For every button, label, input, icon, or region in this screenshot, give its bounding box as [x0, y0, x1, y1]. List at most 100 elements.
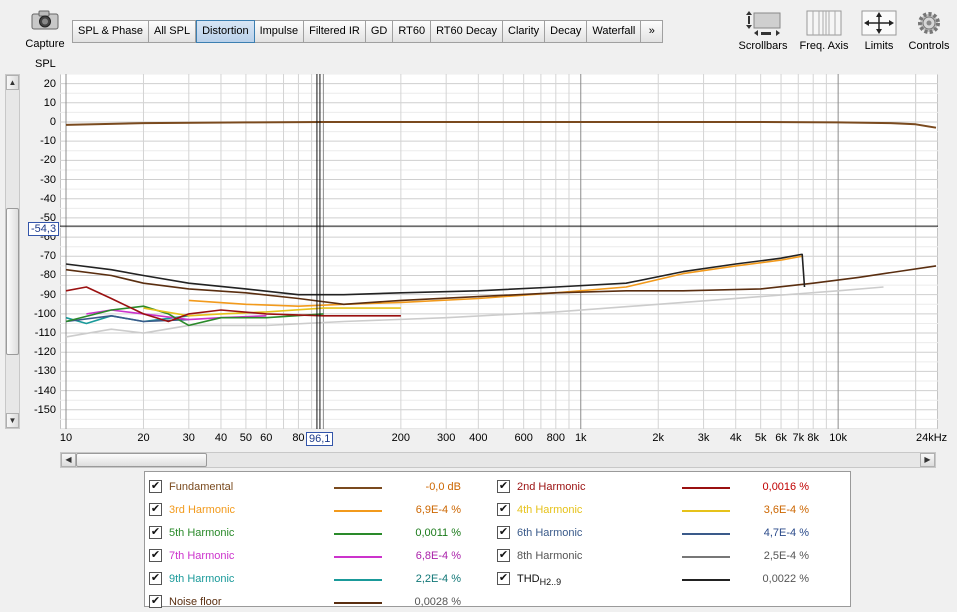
tab-bar: SPL & Phase All SPL Distortion Impulse Filte…: [72, 20, 664, 43]
x-tick-label: 30: [182, 432, 195, 444]
legend-row-noise-floor: ✔ Noise floor 0,0028 %: [145, 592, 852, 610]
y-tick-label: -120: [33, 346, 56, 359]
legend-row-2nd-harmonic: ✔ 2nd Harmonic 0,0016 %: [145, 477, 852, 495]
x-tick-label: 24kHz: [916, 432, 948, 444]
plot-background: [60, 74, 938, 429]
legend-label-text: 2nd Harmonic: [517, 481, 586, 493]
legend-row-4th-harmonic: ✔ 4th Harmonic 3,6E-4 %: [145, 500, 852, 518]
legend-label-subscript: H2..9: [539, 577, 562, 588]
scrollbars-label: Scrollbars: [738, 40, 788, 52]
x-tick-label: 80: [292, 432, 305, 444]
x-tick-label: 3k: [697, 432, 710, 444]
y-tick-label: -80: [40, 269, 56, 282]
legend-label: Noise floor: [169, 596, 222, 608]
legend-label-text: 4th Harmonic: [517, 504, 583, 516]
tab-clarity[interactable]: Clarity: [503, 20, 546, 43]
y-tick-labels: 20 10 0 -10 -20 -30 -40 -50 -60 -70 -80 -90 -100 -110…: [26, 74, 58, 429]
scroll-left-button[interactable]: ◀: [61, 453, 76, 467]
scroll-down-button[interactable]: ▼: [6, 413, 19, 428]
legend-checkbox[interactable]: ✔: [497, 526, 510, 539]
x-tick-label: 60: [260, 432, 273, 444]
legend-value: 0,0016 %: [762, 481, 809, 493]
tab-distortion[interactable]: Distortion: [196, 20, 255, 43]
tab-more-button[interactable]: »: [641, 20, 664, 43]
x-tick-label: 10: [59, 432, 73, 444]
freq-axis-button[interactable]: Freq. Axis: [796, 8, 852, 56]
tab-impulse[interactable]: Impulse: [254, 20, 305, 43]
limits-button[interactable]: Limits: [857, 8, 901, 56]
y-tick-label: -110: [34, 327, 56, 340]
y-tick-label: 20: [43, 77, 56, 90]
legend-row-thd: ✔ THDH2..9 0,0022 %: [145, 569, 852, 587]
tab-rt60[interactable]: RT60: [393, 20, 432, 43]
y-tick-label: -10: [40, 135, 56, 148]
vertical-scroll-thumb[interactable]: [6, 208, 19, 355]
y-tick-label: 10: [43, 96, 56, 109]
vertical-scrollbar[interactable]: ▲ ▼: [5, 74, 20, 429]
legend-label-text: Noise floor: [169, 596, 222, 608]
legend-value: 4,7E-4 %: [763, 527, 809, 539]
gear-icon: [918, 12, 940, 34]
y-tick-label: -40: [40, 192, 56, 205]
tab-waterfall[interactable]: Waterfall: [587, 20, 642, 43]
x-tick-label: 300: [436, 432, 456, 444]
legend-label: THDH2..9: [517, 573, 561, 587]
scrollbars-button[interactable]: Scrollbars: [736, 8, 790, 56]
legend-label: 6th Harmonic: [517, 527, 582, 539]
x-tick-label: 7k: [792, 432, 805, 444]
legend-line-swatch: [682, 579, 730, 581]
y-tick-label: 0: [49, 115, 56, 128]
controls-button[interactable]: Controls: [905, 8, 953, 56]
limits-icon: [861, 10, 897, 36]
legend-line-swatch: [682, 533, 730, 535]
y-axis-label: SPL: [35, 58, 56, 70]
legend-value: 2,5E-4 %: [763, 550, 809, 562]
tab-spl-phase[interactable]: SPL & Phase: [72, 20, 150, 43]
legend-checkbox[interactable]: ✔: [149, 595, 162, 608]
scroll-right-button[interactable]: ▶: [920, 453, 935, 467]
x-tick-label: 20: [137, 432, 150, 444]
legend-checkbox[interactable]: ✔: [497, 572, 510, 585]
x-tick-label: 400: [469, 432, 488, 444]
tab-decay[interactable]: Decay: [545, 20, 588, 43]
x-tick-label: 600: [514, 432, 533, 444]
freq-axis-label: Freq. Axis: [799, 40, 849, 52]
legend-line-swatch: [682, 487, 730, 489]
x-tick-label: 800: [546, 432, 565, 444]
y-tick-label: -70: [40, 250, 56, 263]
legend-line-swatch: [682, 556, 730, 558]
camera-icon: [31, 10, 59, 30]
tab-rt60-decay[interactable]: RT60 Decay: [431, 20, 503, 43]
horizontal-scrollbar[interactable]: ◀ ▶: [60, 452, 936, 468]
x-tick-label: 10k: [829, 432, 848, 444]
freq-axis-icon: [806, 10, 842, 36]
legend-label: 8th Harmonic: [517, 550, 582, 562]
scroll-up-button[interactable]: ▲: [6, 75, 19, 90]
horizontal-scroll-thumb[interactable]: [76, 453, 207, 467]
controls-label: Controls: [908, 40, 950, 52]
legend-checkbox[interactable]: ✔: [497, 480, 510, 493]
capture-button[interactable]: Capture: [22, 8, 68, 53]
legend-checkbox[interactable]: ✔: [497, 549, 510, 562]
y-tick-label: -130: [33, 365, 56, 378]
legend-value: 0,0022 %: [762, 573, 809, 585]
capture-label: Capture: [25, 38, 65, 50]
tab-filtered-ir[interactable]: Filtered IR: [304, 20, 366, 43]
legend-line-swatch: [682, 510, 730, 512]
legend-checkbox[interactable]: ✔: [497, 503, 510, 516]
x-tick-labels: 10 20 30 40 50 60 80 200 300 400 600 800 1k 2k 3k 4k 5k 6…: [60, 432, 957, 446]
legend-label-text: 8th Harmonic: [517, 550, 583, 562]
tab-all-spl[interactable]: All SPL: [149, 20, 197, 43]
scrollbars-icon: [746, 11, 781, 36]
x-tick-label: 40: [214, 432, 228, 444]
x-tick-label: 6k: [775, 432, 787, 444]
cursor-y-readout: -54,3: [28, 222, 60, 236]
limits-label: Limits: [864, 40, 894, 52]
distortion-plot[interactable]: [60, 74, 938, 429]
x-tick-label: 2k: [652, 432, 665, 444]
x-tick-label: 200: [391, 432, 411, 444]
legend-row-6th-harmonic: ✔ 6th Harmonic 4,7E-4 %: [145, 523, 852, 541]
tab-gd[interactable]: GD: [365, 20, 394, 43]
legend-line-swatch: [334, 602, 382, 604]
legend-label-text: THD: [517, 573, 540, 585]
